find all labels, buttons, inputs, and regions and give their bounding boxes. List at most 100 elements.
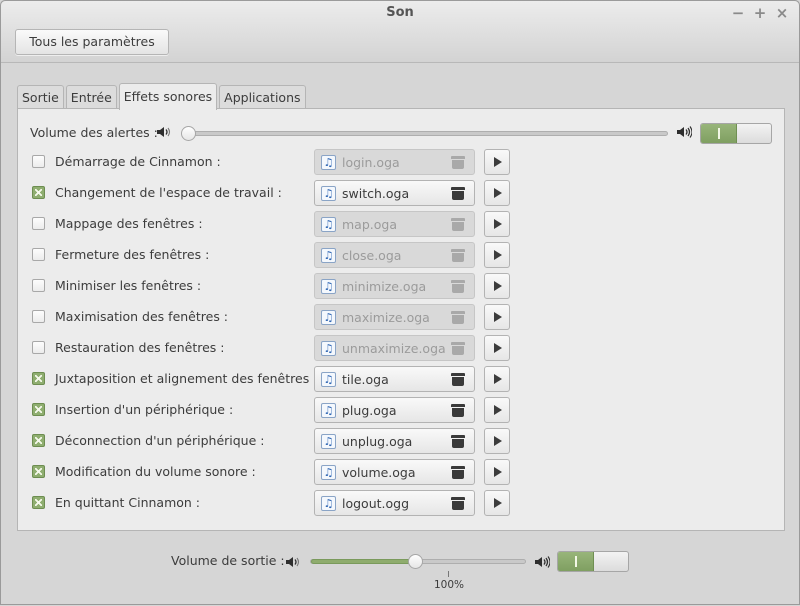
sound-file-chooser[interactable]: ♫ minimize.oga	[314, 273, 475, 299]
tab-output[interactable]: Sortie	[17, 85, 64, 110]
sound-file-name: login.oga	[342, 155, 400, 170]
folder-icon	[451, 218, 465, 231]
sound-event-row: Déconnection d'un périphérique : ♫ unplu…	[30, 428, 770, 454]
play-sound-button[interactable]	[484, 242, 510, 268]
sound-file-chooser[interactable]: ♫ unmaximize.oga	[314, 335, 475, 361]
sound-file-chooser[interactable]: ♫ plug.oga	[314, 397, 475, 423]
sound-event-row: Modification du volume sonore : ♫ volume…	[30, 459, 770, 485]
alert-volume-label: Volume des alertes :	[30, 125, 158, 140]
sound-event-label: Restauration des fenêtres :	[55, 340, 225, 355]
alert-sound-toggle[interactable]	[700, 123, 772, 144]
play-sound-button[interactable]	[484, 366, 510, 392]
sound-event-row: Mappage des fenêtres : ♫ map.oga	[30, 211, 770, 237]
sound-event-row: Changement de l'espace de travail : ♫ sw…	[30, 180, 770, 206]
sound-file-name: volume.oga	[342, 465, 416, 480]
audio-file-icon: ♫	[321, 248, 336, 263]
sound-file-chooser[interactable]: ♫ logout.ogg	[314, 490, 475, 516]
play-sound-button[interactable]	[484, 335, 510, 361]
sound-file-chooser[interactable]: ♫ volume.oga	[314, 459, 475, 485]
sound-event-label: Insertion d'un périphérique :	[55, 402, 234, 417]
sound-event-label: Mappage des fenêtres :	[55, 216, 203, 231]
close-button[interactable]: ×	[773, 4, 791, 22]
audio-file-icon: ♫	[321, 372, 336, 387]
sound-file-chooser[interactable]: ♫ login.oga	[314, 149, 475, 175]
audio-file-icon: ♫	[321, 465, 336, 480]
audio-file-icon: ♫	[321, 403, 336, 418]
enable-checkbox[interactable]	[32, 217, 45, 230]
output-volume-label: Volume de sortie :	[171, 553, 285, 568]
play-sound-button[interactable]	[484, 490, 510, 516]
enable-checkbox[interactable]	[32, 155, 45, 168]
titlebar: Son − + × Tous les paramètres	[1, 1, 799, 63]
tab-input[interactable]: Entrée	[65, 85, 117, 110]
folder-icon	[451, 280, 465, 293]
sound-settings-window: Son − + × Tous les paramètres Sortie Ent…	[0, 0, 800, 605]
enable-checkbox[interactable]	[32, 403, 45, 416]
enable-checkbox[interactable]	[32, 279, 45, 292]
sound-event-row: Juxtaposition et alignement des fenêtres…	[30, 366, 770, 392]
minimize-button[interactable]: −	[729, 4, 747, 22]
alert-volume-slider[interactable]	[181, 126, 668, 141]
sound-file-chooser[interactable]: ♫ switch.oga	[314, 180, 475, 206]
enable-checkbox[interactable]	[32, 434, 45, 447]
sound-event-row: Minimiser les fenêtres : ♫ minimize.oga	[30, 273, 770, 299]
enable-checkbox[interactable]	[32, 496, 45, 509]
maximize-button[interactable]: +	[751, 4, 769, 22]
play-sound-button[interactable]	[484, 428, 510, 454]
folder-icon	[451, 404, 465, 417]
audio-file-icon: ♫	[321, 341, 336, 356]
audio-file-icon: ♫	[321, 186, 336, 201]
folder-icon	[451, 249, 465, 262]
tab-applications[interactable]: Applications	[219, 85, 306, 110]
sound-event-label: En quittant Cinnamon :	[55, 495, 201, 510]
audio-file-icon: ♫	[321, 434, 336, 449]
alert-volume-knob[interactable]	[181, 126, 196, 141]
sound-event-label: Fermeture des fenêtres :	[55, 247, 210, 262]
speaker-high-icon	[535, 556, 550, 568]
sound-file-chooser[interactable]: ♫ maximize.oga	[314, 304, 475, 330]
all-settings-button[interactable]: Tous les paramètres	[15, 29, 169, 55]
play-sound-button[interactable]	[484, 397, 510, 423]
tab-sound-effects[interactable]: Effets sonores	[118, 83, 218, 110]
output-mute-toggle[interactable]	[557, 551, 629, 572]
toggle-on-indicator	[558, 552, 594, 571]
output-volume-slider[interactable]	[310, 554, 526, 569]
tab-bar: Sortie Entrée Effets sonores Application…	[17, 83, 308, 110]
enable-checkbox[interactable]	[32, 372, 45, 385]
toggle-on-indicator	[701, 124, 737, 143]
sound-file-chooser[interactable]: ♫ close.oga	[314, 242, 475, 268]
output-volume-knob[interactable]	[408, 554, 423, 569]
enable-checkbox[interactable]	[32, 341, 45, 354]
enable-checkbox[interactable]	[32, 248, 45, 261]
alert-volume-row: Volume des alertes :	[30, 123, 775, 144]
play-sound-button[interactable]	[484, 211, 510, 237]
speaker-high-icon	[677, 126, 692, 138]
window-title: Son	[386, 5, 414, 20]
sound-event-label: Démarrage de Cinnamon :	[55, 154, 221, 169]
folder-icon	[451, 311, 465, 324]
enable-checkbox[interactable]	[32, 465, 45, 478]
play-sound-button[interactable]	[484, 273, 510, 299]
folder-icon	[451, 466, 465, 479]
sound-event-label: Modification du volume sonore :	[55, 464, 256, 479]
sound-event-row: Restauration des fenêtres : ♫ unmaximize…	[30, 335, 770, 361]
play-sound-button[interactable]	[484, 304, 510, 330]
sound-file-chooser[interactable]: ♫ map.oga	[314, 211, 475, 237]
folder-icon	[451, 342, 465, 355]
play-sound-button[interactable]	[484, 149, 510, 175]
sound-file-chooser[interactable]: ♫ tile.oga	[314, 366, 475, 392]
sound-event-label: Minimiser les fenêtres :	[55, 278, 202, 293]
sound-event-row: Insertion d'un périphérique : ♫ plug.oga	[30, 397, 770, 423]
sound-file-name: switch.oga	[342, 186, 410, 201]
speaker-low-icon	[286, 557, 300, 567]
sound-file-name: maximize.oga	[342, 310, 430, 325]
folder-icon	[451, 156, 465, 169]
audio-file-icon: ♫	[321, 310, 336, 325]
play-sound-button[interactable]	[484, 459, 510, 485]
play-sound-button[interactable]	[484, 180, 510, 206]
enable-checkbox[interactable]	[32, 310, 45, 323]
sound-file-chooser[interactable]: ♫ unplug.oga	[314, 428, 475, 454]
audio-file-icon: ♫	[321, 217, 336, 232]
sound-event-label: Changement de l'espace de travail :	[55, 185, 282, 200]
enable-checkbox[interactable]	[32, 186, 45, 199]
